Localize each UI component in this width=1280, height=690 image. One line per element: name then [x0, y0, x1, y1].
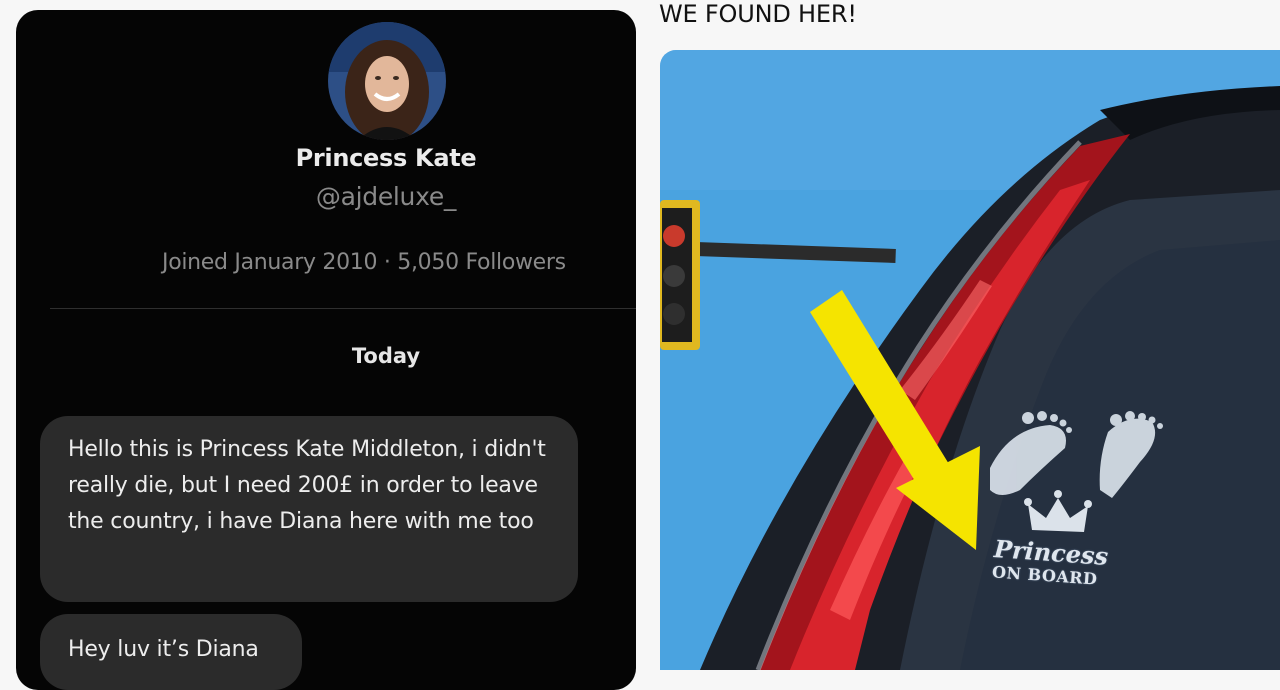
dm-screenshot-panel: Princess Kate @ajdeluxe_ Joined January …: [16, 10, 636, 690]
joined-date: Joined January 2010: [162, 250, 378, 275]
message-bubble[interactable]: Hey luv it’s Diana: [40, 614, 302, 690]
divider: [50, 308, 636, 309]
car-photo: Princess ON BOARD: [660, 50, 1280, 670]
profile-handle: @ajdeluxe_: [315, 182, 457, 211]
profile-name: Princess Kate: [295, 144, 477, 172]
avatar[interactable]: [328, 22, 446, 140]
post-caption: WE FOUND HER!: [659, 0, 857, 28]
profile-meta: Joined January 2010 · 5,050 Followers: [162, 250, 566, 275]
message-bubble[interactable]: Hello this is Princess Kate Middleton, i…: [40, 416, 578, 602]
followers-count[interactable]: 5,050 Followers: [397, 250, 566, 275]
meta-separator: ·: [383, 250, 391, 275]
day-label: Today: [351, 344, 421, 368]
